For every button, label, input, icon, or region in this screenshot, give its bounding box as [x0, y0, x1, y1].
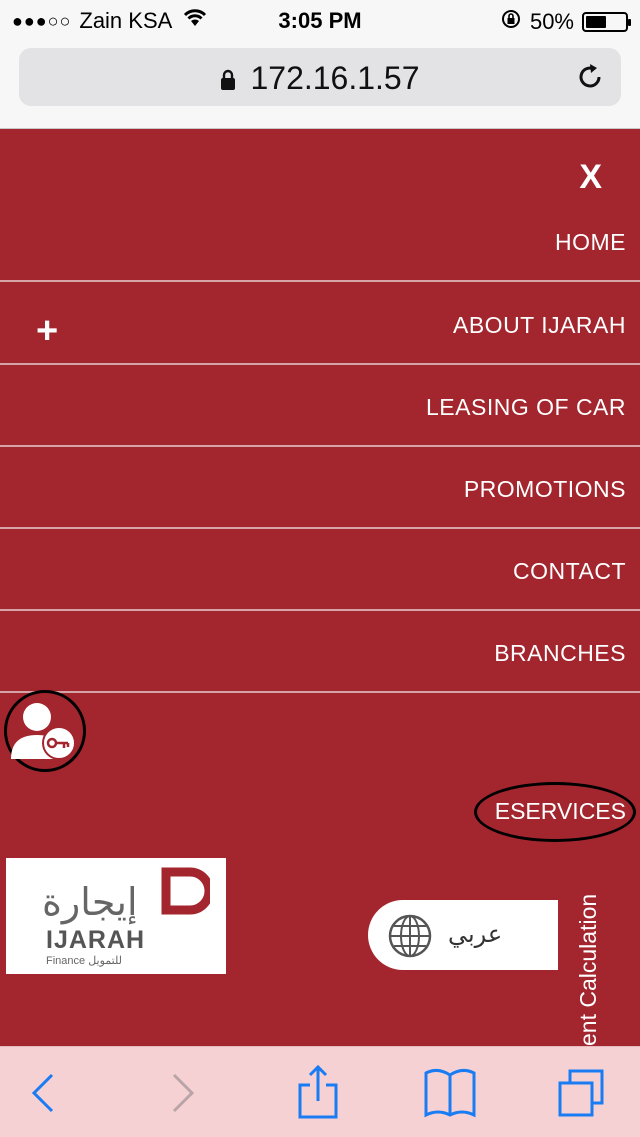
bookmarks-icon[interactable] [420, 1065, 480, 1121]
battery-percent: 50% [529, 9, 574, 34]
menu-item-label: BRANCHES [494, 640, 626, 666]
forward-icon[interactable] [152, 1065, 212, 1121]
close-menu-button[interactable]: X [579, 158, 602, 197]
battery-icon [582, 12, 631, 32]
rotation-lock-icon [500, 8, 522, 36]
status-right: 50% [500, 8, 631, 36]
browser-toolbar [0, 1046, 640, 1137]
menu-item-branches[interactable]: BRANCHES [0, 612, 640, 693]
logo-finance-text: Finance للتمويل [46, 955, 122, 967]
address-bar[interactable]: 172.16.1.57 [19, 48, 621, 106]
ijarah-logo[interactable]: إيجارة IJARAH Finance للتمويل [6, 858, 226, 974]
menu-item-about-ijarah[interactable]: + ABOUT IJARAH [0, 284, 640, 365]
tabs-icon[interactable] [552, 1065, 612, 1121]
menu-item-leasing-of-car[interactable]: LEASING OF CAR [0, 366, 640, 447]
status-bar: ●●●○○ Zain KSA 3:05 PM 50% [0, 0, 640, 40]
back-icon[interactable] [14, 1065, 74, 1121]
logo-english-text: IJARAH [46, 926, 146, 954]
user-login-icon[interactable] [4, 690, 86, 772]
menu-item-label: HOME [555, 229, 626, 255]
eservices-link[interactable]: ESERVICES [495, 792, 626, 831]
logo-arabic-text: إيجارة [42, 880, 138, 924]
url-display[interactable]: 172.16.1.57 [19, 60, 621, 99]
menu-item-promotions[interactable]: PROMOTIONS [0, 448, 640, 529]
url-text: 172.16.1.57 [250, 60, 420, 96]
menu-item-home[interactable]: HOME [0, 201, 640, 282]
reload-icon[interactable] [575, 62, 605, 97]
menu-item-label: ABOUT IJARAH [453, 312, 626, 338]
menu-item-label: LEASING OF CAR [426, 394, 626, 420]
language-label: عربي [448, 920, 503, 948]
expand-plus-icon[interactable]: + [36, 312, 58, 350]
installment-calculation-tab[interactable]: ent Calculation [575, 864, 615, 1046]
globe-icon [388, 914, 432, 963]
menu-item-contact[interactable]: CONTACT [0, 530, 640, 611]
browser-address-area: 172.16.1.57 [0, 40, 640, 129]
ijarah-logo-mark [161, 867, 210, 915]
menu-item-label: CONTACT [513, 558, 626, 584]
menu-item-label: PROMOTIONS [463, 476, 626, 502]
share-icon[interactable] [288, 1064, 348, 1121]
lock-icon [220, 62, 236, 99]
language-switch-button[interactable]: عربي [368, 900, 558, 970]
